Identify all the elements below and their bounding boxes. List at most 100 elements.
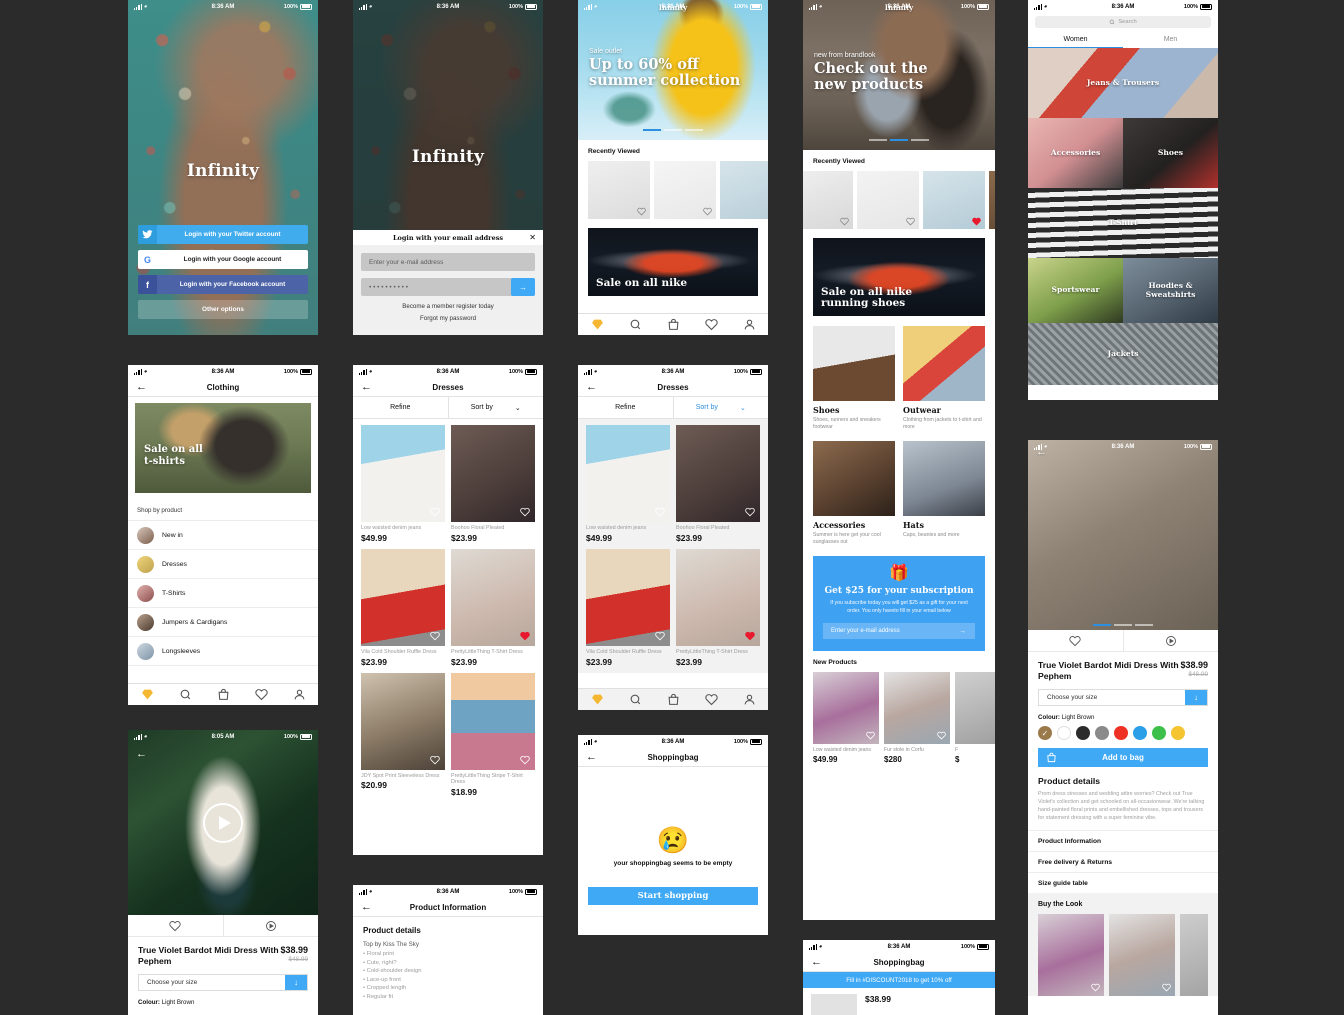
carousel-dots[interactable] [1028, 624, 1218, 626]
recently-viewed-card[interactable] [654, 161, 716, 219]
password-input[interactable]: • • • • • • • • • • → [361, 278, 535, 296]
product-card[interactable]: JDY Spot Print Sleeveless Dress $20.99 [361, 672, 445, 798]
tile-jeans-trousers[interactable]: Jeans & Trousers [1028, 48, 1218, 118]
subscription-submit-arrow-icon[interactable]: → [959, 628, 966, 635]
play-video-button[interactable] [1122, 630, 1219, 651]
product-card[interactable]: Low waisted denim jeans $49.99 [813, 672, 879, 764]
product-card[interactable]: PrettyLittleThing T-Shirt Dress $23.99 [676, 548, 760, 667]
add-to-bag-button[interactable]: Add to bag [1038, 748, 1208, 767]
product-card[interactable]: Low waisted denim jeans $49.99 [361, 425, 445, 543]
user-icon[interactable] [743, 318, 756, 331]
login-twitter-button[interactable]: Login with your Twitter account [138, 225, 308, 244]
hero-sale-banner[interactable]: ◕ 8:36 AM 100% Infinity Sale outlet Up t… [578, 0, 768, 140]
new-products-row[interactable]: Low waisted denim jeans $49.99 Fur stole… [803, 672, 995, 764]
product-card[interactable]: PrettyLittleThing T-Shirt Dress $23.99 [451, 548, 535, 667]
search-icon[interactable] [179, 688, 192, 701]
search-input[interactable]: Search [1035, 16, 1211, 28]
recently-viewed-card[interactable] [857, 171, 919, 229]
diamond-icon[interactable] [141, 688, 154, 701]
subscription-email-input[interactable]: Enter your e-mail address → [823, 623, 975, 640]
bottom-tab-bar[interactable] [578, 688, 768, 710]
register-link[interactable]: Become a member register today [361, 303, 535, 310]
login-facebook-button[interactable]: f Login with your Facebook account [138, 275, 308, 294]
tab-men[interactable]: Men [1123, 31, 1218, 48]
list-item[interactable]: Jumpers & Cardigans [128, 608, 318, 637]
tile-jackets[interactable]: Jackets [1028, 323, 1218, 385]
look-item[interactable] [1109, 914, 1175, 997]
refine-button[interactable]: Refine [353, 397, 448, 418]
product-card[interactable]: PrettyLittleThing Stripe T-Shirt Dress $… [451, 672, 535, 797]
back-icon[interactable]: ← [811, 956, 822, 968]
product-card[interactable]: Fur stole in Corfu $280 [884, 672, 950, 764]
tile-sportswear[interactable]: Sportswear [1028, 258, 1123, 323]
category-card-outwear[interactable]: Outwear Clothing from jackets to t-shirt… [903, 326, 985, 431]
recently-viewed-card[interactable] [923, 171, 985, 229]
tile-hoodies-sweatshirts[interactable]: Hoodies & Sweatshirts [1123, 258, 1218, 323]
recently-viewed-card[interactable] [720, 161, 768, 219]
heart-icon[interactable] [704, 693, 718, 706]
list-item[interactable]: Longsleeves [128, 637, 318, 666]
carousel-dots[interactable] [803, 139, 995, 141]
recently-viewed-row[interactable] [803, 171, 995, 229]
swatch-light-brown[interactable] [1038, 726, 1052, 740]
category-card-hats[interactable]: Hats Caps, beanies and more [903, 441, 985, 546]
tile-tshirt[interactable]: T-Shirt [1028, 188, 1218, 258]
product-card[interactable]: Vila Cold Shoulder Ruffle Dress $23.99 [361, 548, 445, 667]
nike-sale-banner[interactable]: Sale on all nike running shoes [813, 238, 985, 316]
tab-women[interactable]: Women [1028, 31, 1123, 48]
back-icon[interactable]: ← [136, 381, 147, 393]
colour-swatches[interactable] [1028, 721, 1218, 740]
product-card[interactable]: Boohoo Floral Pleated $23.99 [676, 425, 760, 543]
close-icon[interactable]: ✕ [529, 233, 536, 242]
play-button[interactable] [203, 802, 243, 843]
swatch-blue[interactable] [1133, 726, 1147, 740]
product-hero-image[interactable]: ◕ 8:36 AM 100% ← [1028, 440, 1218, 630]
bag-icon[interactable] [217, 688, 230, 701]
bag-icon[interactable] [667, 693, 680, 706]
tile-shoes[interactable]: Shoes [1123, 118, 1218, 188]
recently-viewed-card[interactable] [989, 171, 995, 229]
gender-tabs[interactable]: Women Men [1028, 31, 1218, 48]
recently-viewed-row[interactable] [578, 161, 768, 219]
back-icon[interactable]: ← [586, 751, 597, 763]
diamond-icon[interactable] [591, 318, 604, 331]
search-icon[interactable] [629, 318, 642, 331]
look-item[interactable] [1180, 914, 1208, 997]
accordion-size-guide-table[interactable]: Size guide table [1028, 872, 1218, 893]
back-icon[interactable]: ← [361, 381, 372, 393]
heart-icon[interactable] [704, 318, 718, 331]
discount-banner[interactable]: Fill in #DISCOUNT2018 to get 10% off [803, 972, 995, 988]
swatch-grey[interactable] [1095, 726, 1109, 740]
swatch-black[interactable] [1076, 726, 1090, 740]
product-card[interactable]: Boohoo Floral Pleated $23.99 [451, 425, 535, 543]
product-video[interactable]: ◕ 8:05 AM 100% ← [128, 730, 318, 915]
search-icon[interactable] [629, 693, 642, 706]
accordion-product-information[interactable]: Product Information [1028, 830, 1218, 851]
start-shopping-button[interactable]: Start shopping [588, 887, 758, 905]
recently-viewed-card[interactable] [803, 171, 853, 229]
back-icon[interactable]: ← [361, 901, 372, 913]
back-icon[interactable]: ← [586, 381, 597, 393]
user-icon[interactable] [743, 693, 756, 706]
sort-by-button[interactable]: Sort by ⌄ [447, 397, 544, 418]
bottom-tab-bar[interactable] [578, 313, 768, 335]
buy-the-look-row[interactable] [1038, 914, 1208, 997]
recently-viewed-card[interactable] [588, 161, 650, 219]
sort-by-button-active[interactable]: Sort by ⌄ [672, 397, 769, 418]
dropdown-arrow-icon[interactable]: ↓ [285, 975, 307, 990]
size-selector[interactable]: Choose your size ↓ [1038, 689, 1208, 706]
look-item[interactable] [1038, 914, 1104, 997]
accordion-free-delivery-returns[interactable]: Free delivery & Returns [1028, 851, 1218, 872]
product-card[interactable]: F $ [955, 672, 995, 764]
bottom-tab-bar[interactable] [128, 683, 318, 705]
favorite-button[interactable] [128, 915, 223, 936]
diamond-icon[interactable] [591, 693, 604, 706]
category-card-shoes[interactable]: Shoes Shoes, runners and sneakers footwe… [813, 326, 895, 431]
play-video-button[interactable] [222, 915, 319, 936]
back-icon[interactable]: ← [136, 748, 147, 760]
swatch-red[interactable] [1114, 726, 1128, 740]
swatch-green[interactable] [1152, 726, 1166, 740]
swatch-yellow[interactable] [1171, 726, 1185, 740]
promo-banner-tshirts[interactable]: Sale on all t-shirts [135, 403, 311, 493]
forgot-password-link[interactable]: Forgot my password [361, 315, 535, 322]
